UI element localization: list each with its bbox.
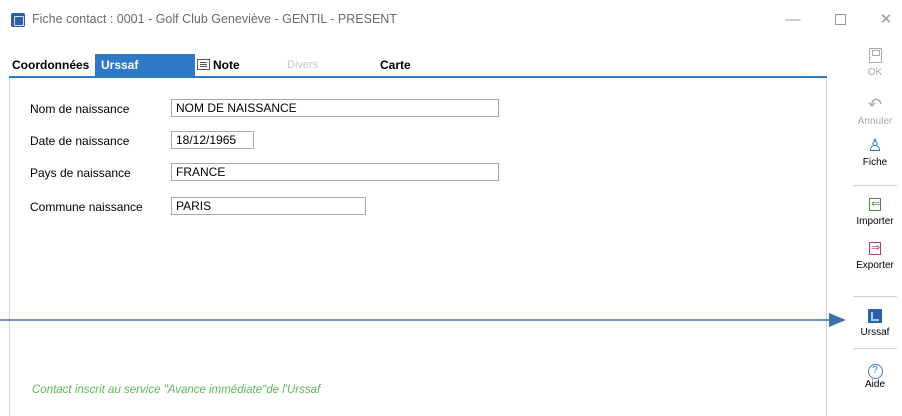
urssaf-icon [868, 309, 882, 323]
fiche-button[interactable]: ♙ Fiche [848, 136, 902, 168]
tab-urssaf[interactable]: Urssaf [95, 54, 195, 78]
undo-icon: ↶ [867, 95, 883, 114]
contact-window: Fiche contact : 0001 - Golf Club Geneviè… [0, 0, 902, 416]
nom-naissance-label: Nom de naissance [30, 102, 130, 116]
aide-label: Aide [864, 379, 885, 390]
title-bar: Fiche contact : 0001 - Golf Club Geneviè… [0, 0, 902, 40]
app-icon [11, 13, 25, 27]
ok-label: OK [867, 67, 883, 78]
commune-naissance-field[interactable]: PARIS [171, 197, 366, 215]
importer-button[interactable]: Importer [848, 194, 902, 227]
toolbar-separator [853, 185, 897, 186]
date-naissance-field[interactable]: 18/12/1965 [171, 131, 254, 149]
arrow-head [829, 313, 846, 327]
help-icon: ? [867, 364, 883, 379]
close-button[interactable]: ✕ [876, 10, 896, 30]
tab-coordonnees[interactable]: Coordonnées [9, 54, 89, 77]
import-icon [869, 194, 881, 214]
date-naissance-label: Date de naissance [30, 134, 130, 148]
pays-naissance-label: Pays de naissance [30, 166, 131, 180]
importer-label: Importer [856, 216, 894, 227]
exporter-label: Exporter [856, 260, 894, 271]
tab-divers: Divers [287, 59, 319, 71]
urssaf-button[interactable]: Urssaf [848, 306, 902, 338]
tab-note-label: Note [213, 58, 240, 72]
minimize-button[interactable]: — [783, 10, 803, 30]
window-title: Fiche contact : 0001 - Golf Club Geneviè… [32, 12, 397, 26]
pays-naissance-field[interactable]: FRANCE [171, 163, 499, 181]
urssaf-label: Urssaf [860, 327, 890, 338]
person-icon: ♙ [867, 136, 883, 155]
exporter-button[interactable]: Exporter [848, 238, 902, 271]
tab-note[interactable]: Note [197, 54, 240, 77]
tab-bar: Coordonnées Urssaf Note Divers Carte [9, 54, 827, 78]
ok-button[interactable]: OK [848, 46, 902, 78]
annuler-label: Annuler [857, 116, 893, 127]
avance-immediate-note: Contact inscrit au service "Avance imméd… [32, 384, 321, 396]
nom-naissance-field[interactable]: NOM DE NAISSANCE [171, 99, 499, 117]
aide-button[interactable]: ? Aide [848, 358, 902, 390]
right-toolbar: OK ↶ Annuler ♙ Fiche Importer Exporter U… [848, 40, 902, 416]
fiche-label: Fiche [862, 157, 888, 168]
tab-carte[interactable]: Carte [380, 54, 411, 77]
save-icon [868, 48, 882, 63]
maximize-button[interactable] [830, 10, 850, 30]
commune-naissance-label: Commune naissance [30, 200, 143, 214]
maximize-icon [834, 14, 846, 25]
urssaf-panel [9, 78, 827, 416]
export-icon [869, 238, 881, 258]
note-icon [197, 59, 210, 70]
toolbar-separator [853, 296, 897, 297]
annuler-button[interactable]: ↶ Annuler [848, 95, 902, 127]
toolbar-separator [853, 348, 897, 349]
